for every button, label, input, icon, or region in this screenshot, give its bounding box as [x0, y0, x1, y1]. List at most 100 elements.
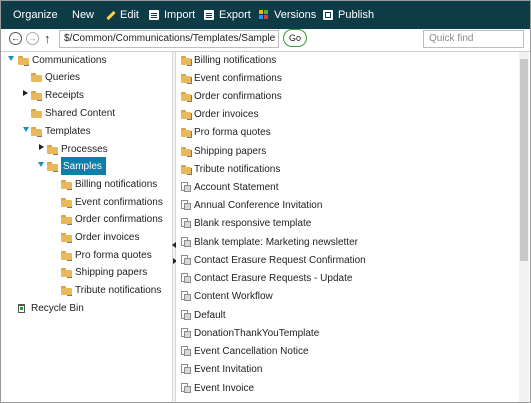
tree-item-event-confirmations[interactable]: Event confirmations — [61, 194, 163, 210]
list-item-template[interactable]: Content Workflow — [181, 288, 273, 304]
list-item-folder[interactable]: Billing notifications — [181, 52, 276, 68]
toolbar: Organize New Edit Import Export Versions… — [1, 1, 530, 29]
recycle-bin-icon — [18, 303, 25, 313]
folder-icon — [181, 147, 192, 157]
versions-button[interactable]: Versions — [259, 1, 316, 29]
list-item-folder[interactable]: Event confirmations — [181, 70, 282, 86]
document-icon — [67, 254, 72, 261]
scrollbar-thumb[interactable] — [520, 59, 528, 261]
folder-tree: Communications Queries Receipts Shared C… — [1, 52, 172, 402]
window-frame: Organize New Edit Import Export Versions… — [0, 0, 531, 403]
tree-expander-processes[interactable] — [39, 144, 44, 150]
list-item-template[interactable]: Annual Conference Invitation — [181, 197, 322, 213]
tree-expander-communications[interactable] — [8, 56, 14, 61]
tree-expander-templates[interactable] — [23, 127, 29, 132]
publish-button[interactable]: Publish — [323, 1, 374, 29]
export-label: Export — [219, 9, 251, 21]
list-item-template[interactable]: Account Statement — [181, 179, 279, 195]
list-item-folder[interactable]: Tribute notifications — [181, 161, 280, 177]
list-item-folder[interactable]: Order confirmations — [181, 88, 282, 104]
new-button[interactable]: New — [72, 1, 94, 29]
tree-item-tribute-notifications[interactable]: Tribute notifications — [61, 282, 161, 298]
list-item-label: Contact Erasure Request Confirmation — [194, 254, 366, 266]
tree-item-label: Recycle Bin — [31, 302, 84, 314]
list-item-template[interactable]: Event Invitation — [181, 361, 262, 377]
list-item-label: Account Statement — [194, 181, 279, 193]
tree-item-label: Tribute notifications — [75, 284, 162, 296]
list-item-folder[interactable]: Shipping papers — [181, 143, 266, 159]
back-button[interactable]: ← — [9, 32, 22, 45]
folder-icon — [47, 162, 58, 172]
tree-item-label: Queries — [45, 71, 81, 83]
edit-label: Edit — [120, 9, 139, 21]
folder-icon — [61, 286, 72, 296]
list-item-template[interactable]: Event Invoice — [181, 380, 254, 396]
tree-item-queries[interactable]: Queries — [31, 69, 80, 85]
tree-item-shared-content[interactable]: Shared Content — [31, 105, 115, 121]
list-item-label: Order invoices — [194, 108, 259, 120]
template-icon — [181, 237, 191, 247]
tree-item-templates[interactable]: Templates — [31, 123, 91, 139]
tree-item-recycle-bin[interactable]: Recycle Bin — [18, 300, 84, 316]
document-icon — [187, 150, 192, 157]
tree-expander-receipts[interactable] — [23, 90, 28, 96]
tree-item-processes[interactable]: Processes — [47, 141, 108, 157]
document-icon — [187, 95, 192, 102]
go-button[interactable]: Go — [283, 29, 307, 47]
tree-expander-samples[interactable] — [38, 162, 44, 167]
list-item-template[interactable]: Event Cancellation Notice — [181, 343, 309, 359]
organize-button[interactable]: Organize — [13, 1, 58, 29]
document-icon — [187, 113, 192, 120]
tree-item-communications[interactable]: Communications — [18, 52, 106, 68]
list-item-template[interactable]: DonationThankYouTemplate — [181, 325, 319, 341]
import-button[interactable]: Import — [149, 1, 195, 29]
document-icon — [187, 77, 192, 84]
new-label: New — [72, 9, 95, 21]
edit-button[interactable]: Edit — [105, 1, 139, 29]
item-list: Billing notifications Event confirmation… — [176, 52, 519, 402]
list-item-folder[interactable]: Order invoices — [181, 106, 258, 122]
up-button[interactable]: ↑ — [44, 31, 51, 47]
tree-item-billing-notifications[interactable]: Billing notifications — [61, 176, 157, 192]
tree-item-label: Order invoices — [75, 231, 140, 243]
tree-item-shipping-papers[interactable]: Shipping papers — [61, 264, 147, 280]
document-icon — [37, 94, 42, 101]
template-icon — [181, 291, 191, 301]
list-item-template[interactable]: Blank responsive template — [181, 215, 311, 231]
tree-item-label: Billing notifications — [75, 178, 158, 190]
document-icon — [67, 236, 72, 243]
tree-item-order-confirmations[interactable]: Order confirmations — [61, 211, 163, 227]
folder-icon — [61, 251, 72, 261]
list-item-label: Event Invitation — [194, 363, 263, 375]
list-item-template[interactable]: Contact Erasure Requests - Update — [181, 270, 352, 286]
list-item-template[interactable]: Contact Erasure Request Confirmation — [181, 252, 366, 268]
list-item-label: Content Workflow — [194, 290, 273, 302]
template-icon — [181, 328, 191, 338]
document-icon — [24, 59, 29, 66]
versions-icon — [259, 10, 269, 20]
quick-find-input[interactable]: Quick find — [423, 30, 524, 48]
list-item-label: Annual Conference Invitation — [194, 199, 323, 211]
list-item-label: Event Invoice — [194, 382, 255, 394]
document-icon — [53, 165, 58, 172]
tree-item-receipts[interactable]: Receipts — [31, 87, 84, 103]
tree-item-pro-forma-quotes[interactable]: Pro forma quotes — [61, 247, 152, 263]
list-item-folder[interactable]: Pro forma quotes — [181, 124, 271, 140]
document-icon — [37, 130, 42, 137]
list-item-label: DonationThankYouTemplate — [194, 327, 320, 339]
tree-item-order-invoices[interactable]: Order invoices — [61, 229, 139, 245]
export-button[interactable]: Export — [204, 1, 251, 29]
template-icon — [181, 200, 191, 210]
list-item-template[interactable]: Default — [181, 307, 226, 323]
address-bar: ← → ↑ $/Common/Communications/Templates/… — [1, 29, 530, 52]
publish-label: Publish — [338, 9, 375, 21]
list-item-template[interactable]: Blank template: Marketing newsletter — [181, 234, 358, 250]
path-input[interactable]: $/Common/Communications/Templates/Sample — [59, 30, 279, 48]
document-icon — [67, 289, 72, 296]
forward-button[interactable]: → — [26, 32, 39, 45]
document-icon — [187, 59, 192, 66]
template-icon — [181, 383, 191, 393]
tree-item-samples[interactable]: Samples — [47, 157, 106, 175]
list-item-label: Default — [194, 309, 226, 321]
template-icon — [181, 364, 191, 374]
